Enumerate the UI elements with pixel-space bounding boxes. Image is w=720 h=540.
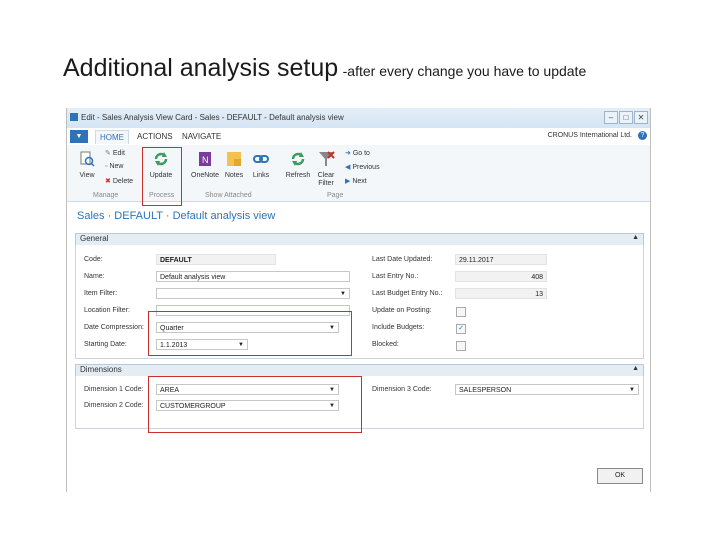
general-tab-title: General bbox=[80, 234, 109, 243]
update-highlight bbox=[142, 147, 182, 206]
links-icon bbox=[253, 155, 269, 163]
refresh-icon bbox=[291, 152, 305, 166]
dropdown-icon[interactable]: ▼ bbox=[340, 289, 346, 298]
date-compression-label: Date Compression: bbox=[84, 324, 144, 331]
blocked-label: Blocked: bbox=[372, 341, 399, 348]
update-on-posting-label: Update on Posting: bbox=[372, 307, 432, 314]
update-on-posting-checkbox[interactable] bbox=[456, 307, 466, 317]
refresh-button[interactable]: Refresh bbox=[285, 150, 311, 179]
collapse-icon[interactable]: ▲ bbox=[632, 365, 639, 372]
goto-button[interactable]: ➜ Go to bbox=[345, 149, 370, 157]
new-label: New bbox=[109, 163, 124, 170]
previous-label: Previous bbox=[352, 164, 380, 171]
collapse-icon[interactable]: ▲ bbox=[632, 234, 639, 241]
last-entry-no-label: Last Entry No.: bbox=[372, 273, 419, 280]
edit-label: Edit bbox=[112, 150, 125, 157]
page-title: Sales · DEFAULT · Default analysis view bbox=[77, 210, 276, 222]
help-icon[interactable]: ? bbox=[638, 131, 647, 140]
dimension-3-label: Dimension 3 Code: bbox=[372, 386, 432, 393]
slide-title-main: Additional analysis setup bbox=[63, 54, 339, 82]
app-logo-icon bbox=[70, 113, 78, 121]
dimension-2-label: Dimension 2 Code: bbox=[84, 402, 144, 409]
dimensions-highlight bbox=[148, 376, 362, 433]
next-button[interactable]: ▶ Next bbox=[345, 177, 367, 185]
tab-navigate[interactable]: NAVIGATE bbox=[182, 132, 221, 141]
slide-title: Additional analysis setup -after every c… bbox=[63, 54, 586, 83]
name-field[interactable]: Default analysis view bbox=[156, 271, 350, 282]
code-label: Code: bbox=[84, 256, 103, 263]
tab-actions[interactable]: ACTIONS bbox=[137, 132, 173, 141]
minimize-button[interactable]: – bbox=[604, 111, 618, 124]
previous-arrow-icon: ◀ bbox=[345, 164, 351, 171]
last-date-updated-label: Last Date Updated: bbox=[372, 256, 433, 263]
clear-filter-button[interactable]: Clear Filter bbox=[313, 150, 339, 188]
links-label: Links bbox=[252, 172, 270, 179]
group-show-attached: Show Attached bbox=[205, 192, 252, 199]
edit-button[interactable]: ✎ Edit bbox=[105, 149, 125, 157]
last-budget-entry-no-field: 13 bbox=[455, 288, 547, 299]
name-label: Name: bbox=[84, 273, 105, 280]
view-label: View bbox=[79, 172, 95, 179]
code-field[interactable]: DEFAULT bbox=[156, 254, 276, 265]
onenote-label: OneNote bbox=[191, 172, 220, 179]
blocked-checkbox[interactable] bbox=[456, 341, 466, 351]
starting-date-label: Starting Date: bbox=[84, 341, 127, 348]
next-arrow-icon: ▶ bbox=[345, 178, 351, 185]
dropdown-icon[interactable]: ▼ bbox=[629, 385, 635, 394]
view-icon bbox=[80, 151, 95, 167]
window-titlebar: Edit - Sales Analysis View Card - Sales … bbox=[67, 108, 650, 128]
maximize-button[interactable]: □ bbox=[619, 111, 633, 124]
tab-home[interactable]: HOME bbox=[95, 130, 129, 144]
notes-icon bbox=[227, 152, 241, 166]
onenote-button[interactable]: N OneNote bbox=[191, 150, 219, 179]
links-button[interactable]: Links bbox=[250, 150, 272, 179]
date-settings-highlight bbox=[148, 311, 352, 356]
location-filter-label: Location Filter: bbox=[84, 307, 130, 314]
company-name: CRONUS International Ltd. bbox=[547, 132, 632, 139]
view-button[interactable]: View bbox=[75, 150, 99, 179]
dimension-3-select[interactable]: SALESPERSON ▼ bbox=[455, 384, 639, 395]
ribbon-tabs: ▼ HOME ACTIONS NAVIGATE CRONUS Internati… bbox=[67, 128, 650, 146]
new-icon: ▫ bbox=[105, 163, 108, 170]
refresh-label: Refresh bbox=[285, 172, 311, 179]
item-filter-label: Item Filter: bbox=[84, 290, 118, 297]
dimension-1-label: Dimension 1 Code: bbox=[84, 386, 144, 393]
svg-text:N: N bbox=[202, 155, 209, 165]
new-button[interactable]: ▫ New bbox=[105, 163, 123, 170]
onenote-icon: N bbox=[199, 152, 211, 166]
nav-window: Edit - Sales Analysis View Card - Sales … bbox=[66, 108, 651, 492]
include-budgets-checkbox[interactable]: ✓ bbox=[456, 324, 466, 334]
ok-button[interactable]: OK bbox=[597, 468, 643, 484]
next-label: Next bbox=[352, 178, 367, 185]
last-entry-no-field: 408 bbox=[455, 271, 547, 282]
dimensions-tab-title: Dimensions bbox=[80, 365, 122, 374]
last-date-updated-field: 29.11.2017 bbox=[455, 254, 547, 265]
pencil-icon: ✎ bbox=[105, 150, 111, 157]
slide-title-sub: -after every change you have to update bbox=[342, 63, 587, 79]
clear-filter-label: Clear Filter bbox=[317, 172, 335, 187]
delete-icon: ✖ bbox=[105, 178, 111, 185]
goto-label: Go to bbox=[352, 150, 370, 157]
notes-label: Notes bbox=[224, 172, 244, 179]
group-manage: Manage bbox=[93, 192, 119, 199]
clear-filter-icon bbox=[319, 151, 335, 166]
previous-button[interactable]: ◀ Previous bbox=[345, 163, 380, 171]
item-filter-field[interactable]: ▼ bbox=[156, 288, 350, 299]
delete-label: Delete bbox=[112, 178, 134, 185]
close-button[interactable]: ✕ bbox=[634, 111, 648, 124]
goto-arrow-icon: ➜ bbox=[345, 150, 351, 157]
group-page: Page bbox=[327, 192, 344, 199]
last-budget-entry-no-label: Last Budget Entry No.: bbox=[372, 290, 443, 297]
file-menu-button[interactable]: ▼ bbox=[70, 130, 88, 143]
notes-button[interactable]: Notes bbox=[223, 150, 245, 179]
delete-button[interactable]: ✖ Delete bbox=[105, 177, 133, 185]
include-budgets-label: Include Budgets: bbox=[372, 324, 425, 331]
window-title: Edit - Sales Analysis View Card - Sales … bbox=[81, 113, 344, 122]
